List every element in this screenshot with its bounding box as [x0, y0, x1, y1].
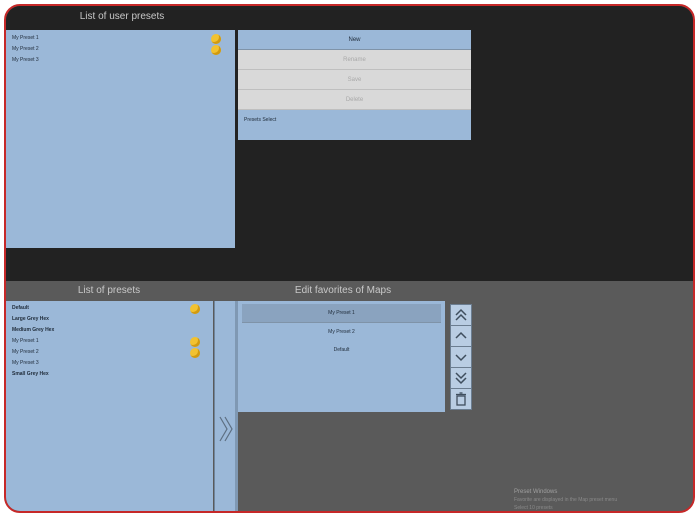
- star-icon[interactable]: [211, 45, 221, 55]
- user-presets-section: List of user presets My Preset 1 My Pres…: [6, 6, 693, 281]
- presets-section: List of presets Edit favorites of Maps D…: [6, 281, 693, 511]
- double-chevron-up-icon: [455, 308, 467, 321]
- chevron-up-icon: [455, 331, 467, 339]
- list-item[interactable]: My Preset 2: [6, 347, 213, 358]
- move-up-button[interactable]: [450, 325, 472, 347]
- star-icon[interactable]: [190, 304, 200, 314]
- footer-line-1: Favorite are displayed in the Map preset…: [514, 497, 618, 503]
- list-item[interactable]: My Preset 1: [6, 336, 213, 347]
- list-item[interactable]: Large Grey Hex: [6, 314, 213, 325]
- list-item[interactable]: Default: [6, 303, 213, 314]
- double-chevron-right-icon[interactable]: [218, 415, 234, 443]
- list-item-label: My Preset 1: [12, 35, 39, 41]
- splitter-handle[interactable]: [235, 301, 238, 511]
- list-item-label: Medium Grey Hex: [12, 327, 55, 333]
- star-icon[interactable]: [190, 348, 200, 358]
- user-presets-header: List of user presets: [79, 11, 165, 22]
- list-item-label: My Preset 1: [12, 338, 39, 344]
- list-item[interactable]: Medium Grey Hex: [6, 325, 213, 336]
- favorite-item[interactable]: My Preset 2: [238, 323, 445, 341]
- chevron-down-icon: [455, 354, 467, 362]
- list-item-label: My Preset 3: [12, 57, 39, 63]
- favorite-item[interactable]: Default: [238, 341, 445, 359]
- preset-actions-panel: New Rename Save Delete Presets Select: [238, 30, 471, 140]
- presets-list[interactable]: Default Large Grey Hex Medium Grey Hex M…: [6, 301, 213, 511]
- move-down-button[interactable]: [450, 346, 472, 368]
- list-item[interactable]: My Preset 2: [6, 44, 235, 55]
- rename-button[interactable]: Rename: [238, 50, 471, 70]
- transfer-column: [214, 301, 235, 511]
- list-item-label: My Preset 2: [12, 349, 39, 355]
- footer-title: Preset Windows: [514, 489, 558, 495]
- list-item-label: Small Grey Hex: [12, 371, 49, 377]
- list-item-label: Large Grey Hex: [12, 316, 49, 322]
- preset-manager-window: List of user presets My Preset 1 My Pres…: [4, 4, 695, 513]
- user-presets-list[interactable]: My Preset 1 My Preset 2 My Preset 3: [6, 30, 235, 248]
- preset-windows-note: Preset Windows Favorite are displayed in…: [514, 488, 693, 511]
- list-item-label: My Preset 3: [12, 360, 39, 366]
- list-item[interactable]: My Preset 3: [6, 55, 235, 66]
- trash-icon: [456, 392, 466, 406]
- presets-header: List of presets: [77, 285, 141, 296]
- footer-line-2: Select 10 presets: [514, 505, 553, 511]
- favorites-header: Edit favorites of Maps: [294, 285, 392, 296]
- star-icon[interactable]: [190, 337, 200, 347]
- move-bottom-button[interactable]: [450, 367, 472, 389]
- presets-select-link[interactable]: Presets Select: [238, 110, 471, 130]
- list-item[interactable]: My Preset 1: [6, 33, 235, 44]
- list-item[interactable]: Small Grey Hex: [6, 369, 213, 380]
- move-top-button[interactable]: [450, 304, 472, 326]
- save-button[interactable]: Save: [238, 70, 471, 90]
- list-item-label: My Preset 2: [12, 46, 39, 52]
- favorite-item[interactable]: My Preset 1: [242, 304, 441, 323]
- list-item[interactable]: My Preset 3: [6, 358, 213, 369]
- star-icon[interactable]: [211, 34, 221, 44]
- new-button[interactable]: New: [238, 30, 471, 50]
- double-chevron-down-icon: [455, 372, 467, 385]
- delete-button[interactable]: Delete: [238, 90, 471, 110]
- list-item-label: Default: [12, 305, 29, 311]
- delete-favorite-button[interactable]: [450, 388, 472, 410]
- favorites-list[interactable]: My Preset 1 My Preset 2 Default: [238, 301, 472, 412]
